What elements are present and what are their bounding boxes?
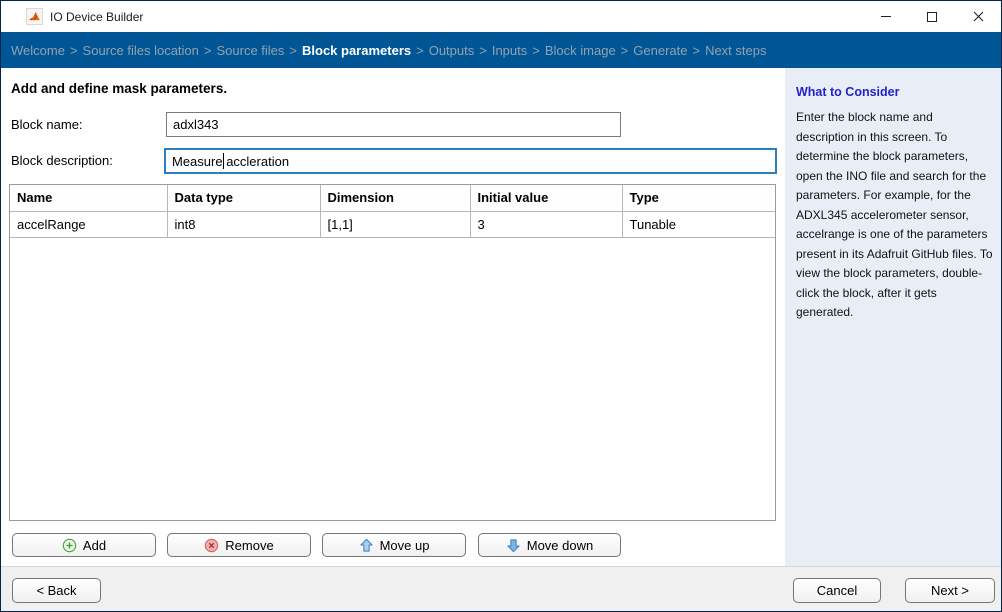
matlab-logo-icon (26, 8, 43, 25)
cell-type[interactable]: Tunable (622, 211, 776, 237)
maximize-icon (927, 12, 937, 22)
breadcrumb-separator: > (532, 43, 540, 58)
sidebar-title: What to Consider (796, 85, 993, 99)
remove-button-label: Remove (225, 538, 273, 553)
breadcrumb-item-inputs: Inputs (492, 43, 527, 58)
add-button-label: Add (83, 538, 106, 553)
close-button[interactable] (955, 1, 1001, 32)
block-name-input[interactable] (166, 112, 621, 137)
cell-initial-value[interactable]: 3 (470, 211, 622, 237)
breadcrumb-item-source-files-location: Source files location (83, 43, 199, 58)
breadcrumb-separator: > (416, 43, 424, 58)
maximize-button[interactable] (909, 1, 955, 32)
parameters-table: Name Data type Dimension Initial value T… (9, 184, 776, 521)
breadcrumb-separator: > (479, 43, 487, 58)
cell-name[interactable]: accelRange (10, 211, 167, 237)
x-circle-icon (204, 538, 219, 553)
cell-data-type[interactable]: int8 (167, 211, 320, 237)
breadcrumb-item-next-steps: Next steps (705, 43, 766, 58)
breadcrumb: Welcome > Source files location > Source… (1, 32, 1001, 68)
title-bar: IO Device Builder (1, 1, 1001, 32)
page-heading: Add and define mask parameters. (11, 81, 227, 96)
io-device-builder-window: IO Device Builder Welcome > Source files… (0, 0, 1002, 612)
plus-circle-icon (62, 538, 77, 553)
table-header-row: Name Data type Dimension Initial value T… (10, 185, 776, 211)
caption-buttons (863, 1, 1001, 32)
footer-bar: < Back Cancel Next > (1, 566, 1001, 612)
column-header-name: Name (10, 185, 167, 211)
back-button[interactable]: < Back (12, 578, 101, 603)
cell-dimension[interactable]: [1,1] (320, 211, 470, 237)
minimize-button[interactable] (863, 1, 909, 32)
block-description-label: Block description: (11, 153, 113, 168)
move-down-button-label: Move down (527, 538, 593, 553)
remove-button[interactable]: Remove (167, 533, 311, 557)
move-down-button[interactable]: Move down (478, 533, 621, 557)
text-cursor (223, 153, 224, 169)
help-sidebar: What to Consider Enter the block name an… (785, 68, 1002, 566)
breadcrumb-separator: > (692, 43, 700, 58)
breadcrumb-separator: > (289, 43, 297, 58)
table-row[interactable]: accelRange int8 [1,1] 3 Tunable (10, 211, 776, 237)
breadcrumb-item-outputs: Outputs (429, 43, 475, 58)
cancel-button[interactable]: Cancel (793, 578, 881, 603)
window-title: IO Device Builder (50, 10, 143, 24)
column-header-data-type: Data type (167, 185, 320, 211)
breadcrumb-separator: > (204, 43, 212, 58)
breadcrumb-item-block-image: Block image (545, 43, 616, 58)
next-button[interactable]: Next > (905, 578, 995, 603)
minimize-icon (881, 16, 891, 17)
block-name-label: Block name: (11, 117, 83, 132)
breadcrumb-separator: > (70, 43, 78, 58)
breadcrumb-item-generate: Generate (633, 43, 687, 58)
column-header-type: Type (622, 185, 776, 211)
move-up-button[interactable]: Move up (322, 533, 466, 557)
move-up-button-label: Move up (380, 538, 430, 553)
breadcrumb-item-block-parameters: Block parameters (302, 43, 411, 58)
column-header-dimension: Dimension (320, 185, 470, 211)
column-header-initial-value: Initial value (470, 185, 622, 211)
arrow-up-icon (359, 538, 374, 553)
breadcrumb-separator: > (621, 43, 629, 58)
close-icon (973, 11, 984, 22)
add-button[interactable]: Add (12, 533, 156, 557)
block-description-input[interactable] (164, 148, 777, 174)
breadcrumb-item-source-files: Source files (216, 43, 284, 58)
breadcrumb-item-welcome: Welcome (11, 43, 65, 58)
sidebar-body-text: Enter the block name and description in … (796, 108, 993, 323)
arrow-down-icon (506, 538, 521, 553)
